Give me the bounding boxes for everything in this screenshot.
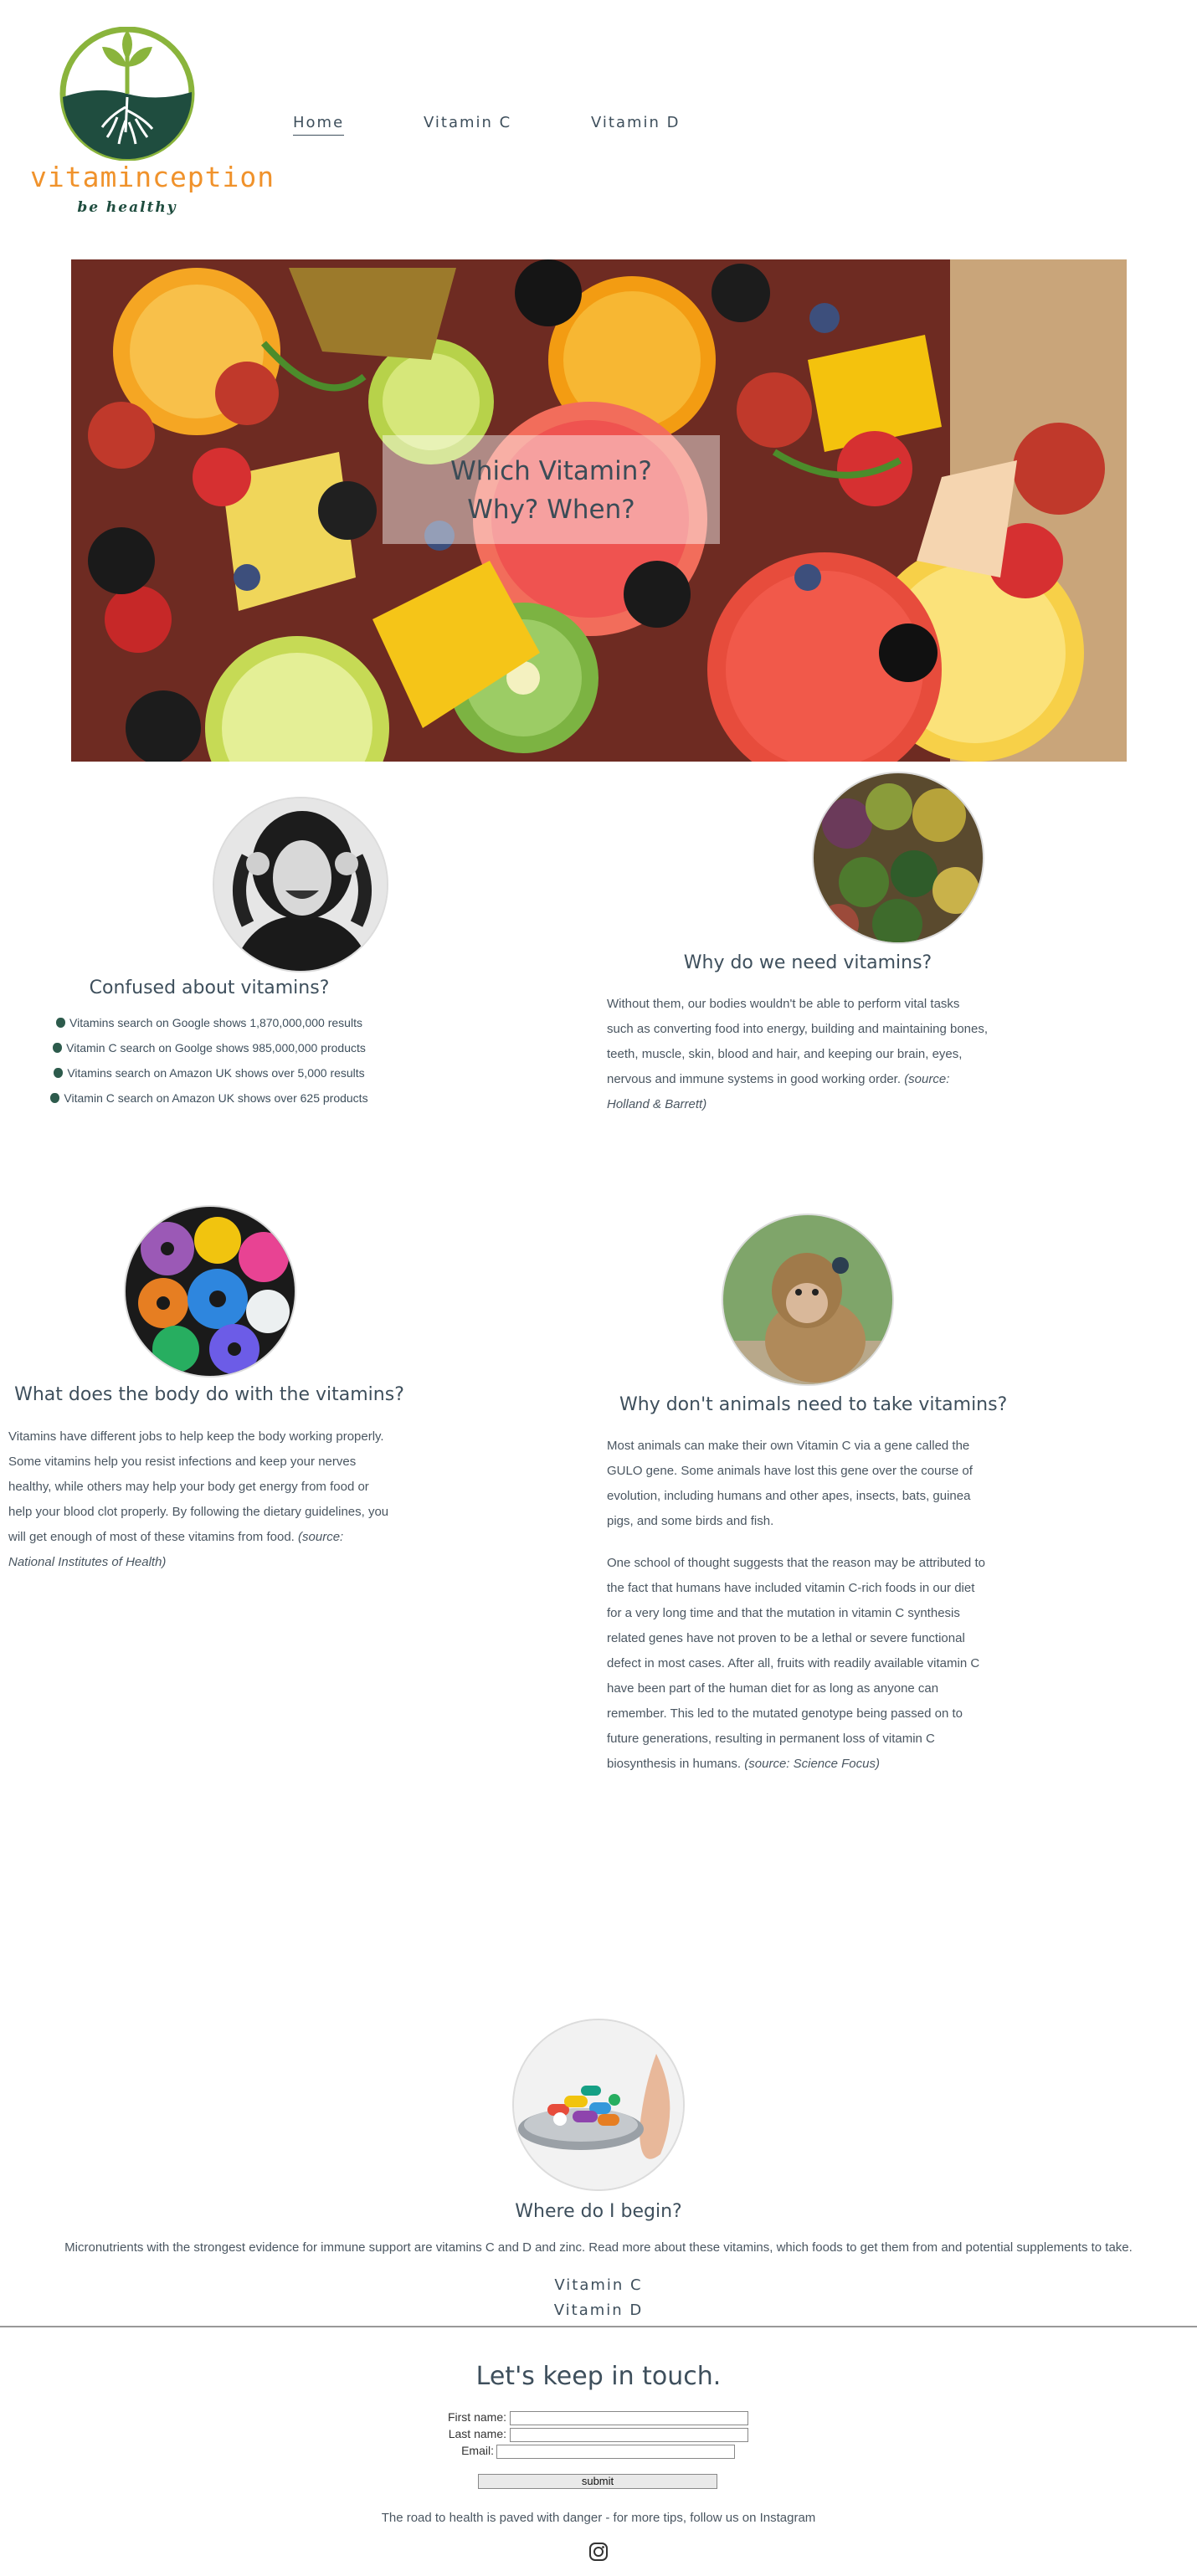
- last-name-label-wrap: Last name:: [368, 2427, 506, 2442]
- begin-intro: Micronutrients with the strongest eviden…: [64, 2240, 1133, 2255]
- vegetable-market-image: [812, 772, 984, 944]
- search-stats-list: Vitamins search on Google shows 1,870,00…: [33, 1010, 385, 1111]
- last-name-label: Last name:: [448, 2427, 506, 2440]
- contact-heading: Let's keep in touch.: [475, 2362, 722, 2391]
- monkey-image: [722, 1214, 894, 1386]
- laughing-woman-image: [213, 797, 388, 972]
- hero-headline: Which Vitamin?: [450, 456, 652, 486]
- brand-tagline: be healthy: [77, 199, 177, 216]
- nav-vitamin-c[interactable]: Vitamin C: [424, 114, 511, 131]
- email-field[interactable]: [496, 2445, 735, 2459]
- list-item: Vitamin C search on Amazon UK shows over…: [33, 1085, 385, 1111]
- begin-heading: Where do I begin?: [515, 2201, 682, 2222]
- logo-emblem-icon: [59, 26, 195, 162]
- why-paragraph: Without them, our bodies wouldn't be abl…: [607, 997, 989, 1111]
- list-item: Vitamins search on Google shows 1,870,00…: [33, 1010, 385, 1035]
- animals-heading: Why don't animals need to take vitamins?: [619, 1394, 1008, 1415]
- instagram-icon[interactable]: [588, 2542, 609, 2562]
- nav-vitamin-d[interactable]: Vitamin D: [591, 114, 681, 131]
- email-label-wrap: Email:: [368, 2444, 494, 2459]
- first-name-label: First name:: [447, 2410, 506, 2424]
- list-item: Vitamins search on Amazon UK shows over …: [33, 1060, 385, 1085]
- link-vitamin-c[interactable]: Vitamin C: [0, 2276, 1197, 2294]
- colorful-gears-image: [124, 1205, 296, 1378]
- first-name-label-wrap: First name:: [368, 2410, 506, 2425]
- hero-banner: Which Vitamin? Why? When?: [71, 259, 1127, 762]
- pills-spoon-image: [512, 2019, 685, 2191]
- confused-heading: Confused about vitamins?: [89, 978, 330, 998]
- hero-subheadline: Why? When?: [467, 495, 635, 525]
- apple-icon: [50, 1093, 60, 1103]
- email-label: Email:: [461, 2444, 494, 2457]
- apple-icon: [54, 1068, 64, 1078]
- apple-icon: [56, 1018, 66, 1028]
- link-vitamin-d[interactable]: Vitamin D: [0, 2301, 1197, 2319]
- animals-paragraph-1: Most animals can make their own Vitamin …: [607, 1439, 973, 1528]
- nav-home[interactable]: Home: [293, 114, 345, 136]
- apple-icon: [53, 1043, 63, 1053]
- brand-name: vitaminception: [30, 161, 275, 193]
- list-item: Vitamin C search on Goolge shows 985,000…: [33, 1035, 385, 1060]
- divider: [0, 2326, 1197, 2327]
- hero-overlay: Which Vitamin? Why? When?: [383, 435, 720, 544]
- last-name-field[interactable]: [510, 2428, 748, 2442]
- animals-paragraph-2: One school of thought suggests that the …: [607, 1556, 985, 1771]
- first-name-field[interactable]: [510, 2411, 748, 2425]
- body-paragraph: Vitamins have different jobs to help kee…: [8, 1429, 389, 1569]
- submit-button[interactable]: submit: [478, 2474, 717, 2489]
- why-heading: Why do we need vitamins?: [683, 952, 932, 973]
- body-heading: What does the body do with the vitamins?: [14, 1384, 404, 1405]
- brand-logo[interactable]: vitaminception be healthy: [30, 26, 275, 224]
- instagram-note: The road to health is paved with danger …: [381, 2511, 816, 2525]
